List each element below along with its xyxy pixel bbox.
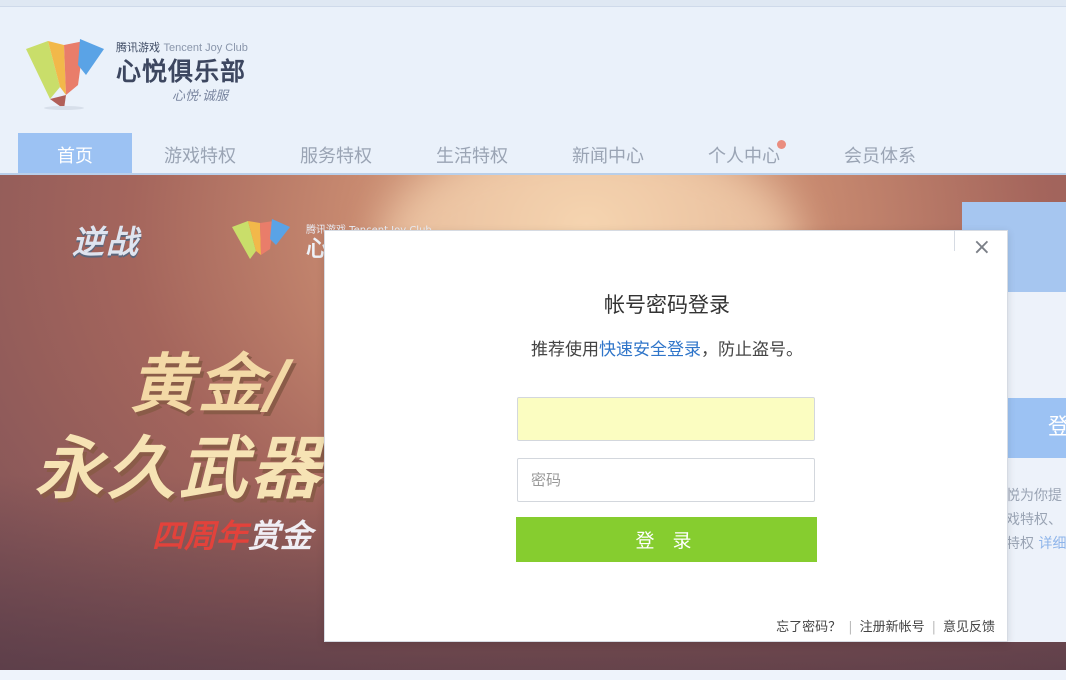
login-title: 帐号密码登录: [604, 293, 730, 317]
banner-bounty: 赏金: [248, 517, 313, 555]
side-desc-line-3: 特权 详细: [1006, 532, 1066, 556]
nav-item-personal-center-label: 个人中心: [708, 146, 780, 167]
site-logo[interactable]: 腾讯游戏 Tencent Joy Club 心悦俱乐部 心悦·诚服: [20, 35, 270, 115]
subtitle-prefix: 推荐使用: [531, 340, 599, 360]
side-desc-line-2: 戏特权、: [1006, 512, 1062, 528]
joy-club-logo-icon: [26, 39, 104, 110]
brand-slogan: 心悦·诚服: [172, 89, 229, 104]
side-desc-line-3-text: 特权: [1006, 536, 1034, 552]
side-details-link[interactable]: 详细: [1038, 536, 1066, 552]
banner-club-logo-icon: [232, 219, 290, 259]
banner-game-logo: 逆战: [72, 223, 141, 261]
footer-separator: |: [931, 620, 936, 635]
site-header: 腾讯游戏 Tencent Joy Club 心悦俱乐部 心悦·诚服 首页 游戏特…: [0, 7, 1066, 180]
banner-anniversary: 四周年: [152, 517, 249, 555]
login-submit-button[interactable]: 登 录: [516, 517, 817, 562]
subtitle-suffix: ，防止盗号。: [701, 340, 803, 360]
banner-headline-2: 永久武器: [35, 430, 324, 509]
feedback-link[interactable]: 意见反馈: [943, 620, 995, 635]
footer-separator: |: [848, 620, 853, 635]
banner-headline-3: 四周年赏金: [152, 511, 312, 557]
notification-dot: [777, 140, 786, 149]
close-icon[interactable]: ×: [973, 237, 991, 259]
close-divider: [954, 231, 955, 251]
quick-secure-login-link[interactable]: 快速安全登录: [599, 340, 701, 360]
login-footer-links: 忘了密码？ | 注册新帐号 | 意见反馈: [776, 616, 995, 635]
password-input[interactable]: [517, 458, 815, 502]
side-desc-line-1: 悦为你提: [1006, 488, 1062, 504]
brand-name: 心悦俱乐部: [116, 57, 247, 86]
register-account-link[interactable]: 注册新帐号: [860, 620, 925, 635]
account-input[interactable]: [517, 397, 815, 441]
login-dialog: × 帐号密码登录 推荐使用快速安全登录，防止盗号。 登 录 忘了密码？ | 注册新帐…: [324, 230, 1008, 642]
forgot-password-link[interactable]: 忘了密码？: [776, 620, 841, 635]
login-subtitle: 推荐使用快速安全登录，防止盗号。: [325, 335, 1009, 360]
banner-headline-1: 黄金/: [130, 348, 294, 422]
side-panel-description: 悦为你提 戏特权、 特权 详细: [1006, 484, 1066, 556]
top-border: [0, 0, 1066, 7]
